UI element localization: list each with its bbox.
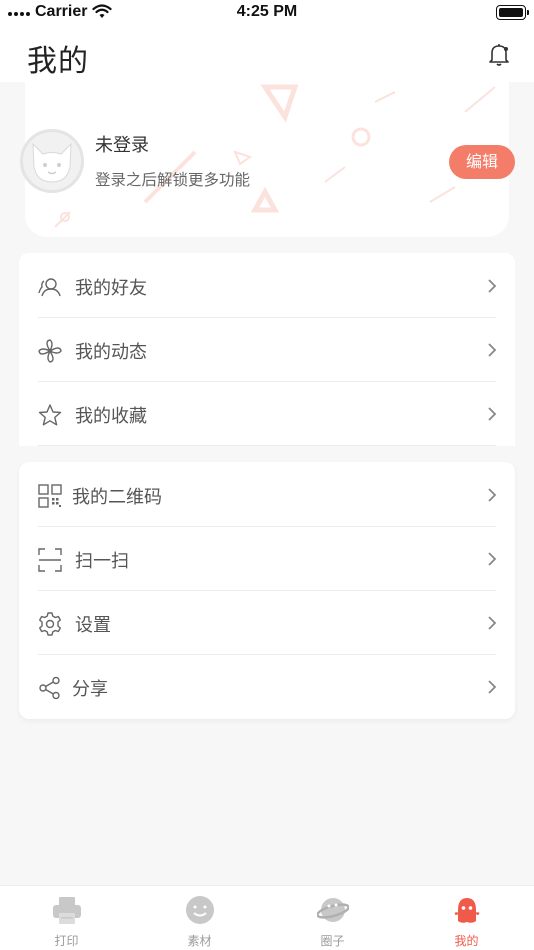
tab-circle[interactable]: 圈子 bbox=[266, 886, 399, 950]
menu-item-label: 设置 bbox=[75, 615, 111, 636]
ghost-icon bbox=[454, 898, 480, 923]
chevron-right-icon bbox=[488, 343, 497, 357]
bell-icon[interactable] bbox=[486, 41, 512, 67]
menu-item-label: 我的好友 bbox=[75, 278, 147, 299]
gear-icon bbox=[39, 612, 61, 636]
profile-name[interactable]: 未登录 bbox=[95, 131, 149, 157]
tab-label: 素材 bbox=[187, 934, 212, 948]
scan-icon bbox=[38, 548, 62, 572]
menu-item-label: 我的动态 bbox=[75, 342, 147, 363]
menu-item-share[interactable]: 分享 bbox=[19, 655, 515, 719]
profile-subtitle: 登录之后解锁更多功能 bbox=[95, 171, 251, 189]
edit-button[interactable]: 编辑 bbox=[449, 145, 515, 179]
share-icon bbox=[39, 676, 60, 700]
printer-icon bbox=[53, 897, 81, 924]
nav-header: 我的 bbox=[0, 26, 534, 82]
tab-mine[interactable]: 我的 bbox=[400, 886, 533, 950]
pinwheel-icon bbox=[38, 339, 62, 363]
chevron-right-icon bbox=[488, 279, 497, 293]
menu-group-tools: 我的二维码 扫一扫 设置 分享 bbox=[19, 462, 515, 719]
friends-icon bbox=[38, 278, 61, 297]
menu-item-label: 扫一扫 bbox=[75, 551, 129, 572]
divider bbox=[38, 445, 496, 446]
tab-label: 打印 bbox=[54, 934, 79, 948]
chevron-right-icon bbox=[488, 488, 497, 502]
menu-item-friends[interactable]: 我的好友 bbox=[19, 254, 515, 318]
smiley-icon bbox=[186, 896, 214, 924]
menu-item-scan[interactable]: 扫一扫 bbox=[19, 527, 515, 591]
decorative-pattern bbox=[54, 84, 496, 228]
chevron-right-icon bbox=[488, 407, 497, 421]
tab-bar: 打印 素材 圈子 我的 bbox=[0, 885, 534, 950]
cat-avatar-icon bbox=[32, 142, 72, 183]
tab-label: 我的 bbox=[454, 934, 479, 948]
tab-label: 圈子 bbox=[320, 934, 345, 948]
menu-item-favorites[interactable]: 我的收藏 bbox=[19, 382, 515, 446]
menu-item-label: 我的二维码 bbox=[72, 487, 162, 508]
menu-item-qrcode[interactable]: 我的二维码 bbox=[19, 463, 515, 527]
page-title: 我的 bbox=[27, 44, 89, 79]
status-bar: Carrier 4:25 PM bbox=[0, 0, 534, 26]
menu-group-social: 我的好友 我的动态 我的收藏 bbox=[19, 253, 515, 446]
battery-icon bbox=[496, 5, 529, 20]
qrcode-icon bbox=[38, 484, 62, 508]
star-icon bbox=[38, 404, 62, 426]
chevron-right-icon bbox=[488, 616, 497, 630]
menu-item-moments[interactable]: 我的动态 bbox=[19, 318, 515, 382]
menu-item-label: 分享 bbox=[72, 679, 108, 700]
chevron-right-icon bbox=[488, 680, 497, 694]
planet-icon bbox=[317, 898, 349, 922]
clock: 4:25 PM bbox=[236, 3, 298, 20]
menu-item-settings[interactable]: 设置 bbox=[19, 591, 515, 655]
menu-item-label: 我的收藏 bbox=[75, 406, 147, 427]
avatar[interactable] bbox=[20, 129, 84, 193]
tab-print[interactable]: 打印 bbox=[0, 886, 133, 950]
profile-card bbox=[25, 82, 509, 237]
chevron-right-icon bbox=[488, 552, 497, 566]
tab-materials[interactable]: 素材 bbox=[133, 886, 266, 950]
